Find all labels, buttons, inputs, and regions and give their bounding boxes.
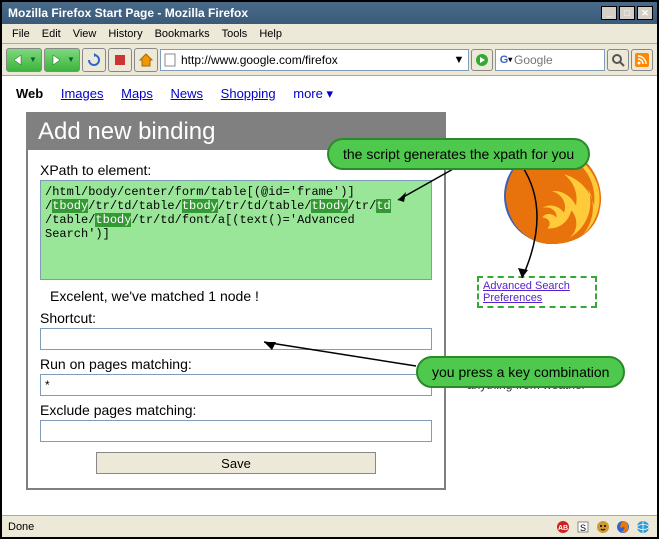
search-engine-icon[interactable]: G▾ <box>498 52 514 68</box>
nav-more[interactable]: more ▾ <box>293 86 333 101</box>
exclude-input[interactable] <box>40 420 432 442</box>
go-button[interactable] <box>471 49 493 71</box>
xpath-textarea[interactable]: /html/body/center/form/table[(@id='frame… <box>40 180 432 280</box>
url-dropdown-icon[interactable]: ▼ <box>452 54 466 66</box>
go-arrow-icon <box>475 53 489 67</box>
menu-edit[interactable]: Edit <box>36 26 67 42</box>
maximize-button[interactable]: □ <box>619 6 635 20</box>
stop-icon <box>113 53 127 67</box>
window-title: Mozilla Firefox Start Page - Mozilla Fir… <box>6 6 601 20</box>
menu-tools[interactable]: Tools <box>216 26 254 42</box>
arrow-right-icon <box>49 53 67 67</box>
stop-button[interactable] <box>108 48 132 72</box>
run-input[interactable] <box>40 374 432 396</box>
match-message: Excelent, we've matched 1 node ! <box>50 288 428 304</box>
shortcut-label: Shortcut: <box>40 310 432 326</box>
firefox-status-icon[interactable] <box>615 519 631 535</box>
feed-icon <box>635 53 649 67</box>
menu-file[interactable]: File <box>6 26 36 42</box>
reload-button[interactable] <box>82 48 106 72</box>
page-icon <box>163 52 179 68</box>
search-box[interactable]: G▾ <box>495 49 605 71</box>
feed-button[interactable] <box>631 49 653 71</box>
nav-images[interactable]: Images <box>61 86 104 101</box>
svg-text:AB: AB <box>558 525 568 532</box>
callout-shortcut: you press a key combination <box>416 356 625 388</box>
monkey-icon[interactable] <box>595 519 611 535</box>
globe-icon[interactable] <box>635 519 651 535</box>
home-icon <box>138 52 154 68</box>
reload-icon <box>86 52 102 68</box>
close-button[interactable]: ✕ <box>637 6 653 20</box>
preferences-link[interactable]: Preferences <box>483 292 591 304</box>
nav-news[interactable]: News <box>171 86 204 101</box>
search-input[interactable] <box>514 53 602 67</box>
nav-shopping[interactable]: Shopping <box>221 86 276 101</box>
arrow-to-shortcut-icon <box>256 336 426 376</box>
menu-bar: File Edit View History Bookmarks Tools H… <box>2 24 657 44</box>
status-bar: Done AB S <box>2 515 657 537</box>
forward-button[interactable]: ▼ <box>44 48 80 72</box>
url-input[interactable] <box>181 53 452 67</box>
nav-maps[interactable]: Maps <box>121 86 153 101</box>
navigation-toolbar: ▼ ▼ ▼ G▾ <box>2 44 657 76</box>
script-icon[interactable]: S <box>575 519 591 535</box>
arrow-left-icon <box>11 53 29 67</box>
page-content: Web Images Maps News Shopping more ▾ Adv… <box>2 76 657 516</box>
back-button[interactable]: ▼ <box>6 48 42 72</box>
nav-web[interactable]: Web <box>16 86 43 101</box>
window-titlebar: Mozilla Firefox Start Page - Mozilla Fir… <box>2 2 657 24</box>
menu-help[interactable]: Help <box>253 26 288 42</box>
search-button[interactable] <box>607 49 629 71</box>
svg-text:S: S <box>580 523 586 533</box>
menu-view[interactable]: View <box>67 26 103 42</box>
minimize-button[interactable]: _ <box>601 6 617 20</box>
magnifier-icon <box>611 53 625 67</box>
google-nav: Web Images Maps News Shopping more ▾ <box>2 76 657 112</box>
exclude-label: Exclude pages matching: <box>40 402 432 418</box>
callout-xpath: the script generates the xpath for you <box>327 138 590 170</box>
home-button[interactable] <box>134 48 158 72</box>
menu-history[interactable]: History <box>102 26 148 42</box>
url-bar[interactable]: ▼ <box>160 49 469 71</box>
arrow-to-advsearch-icon <box>482 162 562 282</box>
status-text: Done <box>8 521 555 533</box>
save-button[interactable]: Save <box>96 452 376 474</box>
menu-bookmarks[interactable]: Bookmarks <box>149 26 216 42</box>
adblock-icon[interactable]: AB <box>555 519 571 535</box>
